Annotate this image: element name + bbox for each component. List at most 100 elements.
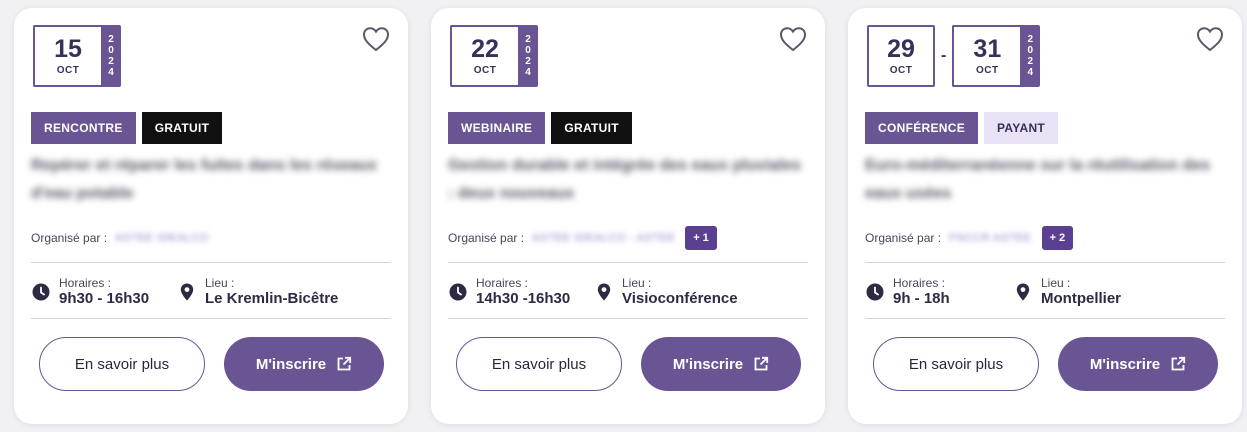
date-month: OCT — [889, 64, 913, 76]
place-label: Lieu : — [622, 276, 652, 290]
date-box: 22 OCT — [450, 25, 518, 87]
year-bar: 2 0 2 4 — [1020, 25, 1041, 87]
event-title[interactable]: Repérer et réparer les fuites dans les r… — [31, 152, 391, 208]
learn-more-button[interactable]: En savoir plus — [456, 337, 622, 391]
more-organizers-badge[interactable]: + 2 — [1041, 226, 1074, 250]
event-dates: 29 OCT - 31 OCT 2 0 2 4 — [867, 25, 1041, 87]
year-digit: 4 — [1027, 67, 1034, 78]
register-button[interactable]: M'inscrire — [224, 337, 384, 391]
date-month: OCT — [473, 64, 497, 76]
heart-icon — [362, 27, 390, 52]
date-box: 29 OCT — [867, 25, 935, 87]
organizers: Organisé par : FNCCR ASTEE + 2 — [865, 225, 1074, 251]
date-block: 22 OCT 2 0 2 4 — [450, 25, 538, 87]
year-digit: 2 — [1027, 56, 1034, 67]
clock-icon — [448, 282, 468, 302]
hours-label: Horaires : — [59, 276, 112, 290]
event-info: Horaires : 14h30 -16h30 Lieu : Visioconf… — [448, 270, 808, 314]
date-box: 15 OCT — [33, 25, 101, 87]
organizer-names[interactable]: ASTEE IDEALCO — [115, 232, 209, 244]
divider — [865, 318, 1225, 319]
year-digit: 2 — [1027, 34, 1034, 45]
map-pin-icon — [594, 282, 614, 302]
heart-icon — [1196, 27, 1224, 52]
category-tag: WEBINAIRE — [448, 112, 546, 144]
hours-value: 9h - 18h — [893, 290, 950, 307]
organizer-label: Organisé par : — [865, 231, 942, 245]
place-value: Montpellier — [1041, 290, 1122, 307]
price-tag: GRATUIT — [141, 112, 223, 144]
hours-label: Horaires : — [476, 276, 529, 290]
date-day: 15 — [54, 34, 82, 63]
date-month: OCT — [56, 64, 80, 76]
price-tag: PAYANT — [984, 112, 1059, 144]
organizers: Organisé par : ASTEE IDEALCO — [31, 225, 209, 251]
event-title[interactable]: Gestion durable et intégrée des eaux plu… — [448, 152, 808, 208]
register-label: M'inscrire — [672, 355, 744, 373]
date-box: 31 OCT — [952, 25, 1021, 87]
place-info: Lieu : Visioconférence — [594, 270, 738, 314]
place-value: Visioconférence — [622, 290, 738, 307]
map-pin-icon — [177, 282, 197, 302]
map-pin-icon — [1013, 282, 1033, 302]
register-button[interactable]: M'inscrire — [1058, 337, 1218, 391]
event-info: Horaires : 9h30 - 16h30 Lieu : Le Kremli… — [31, 270, 391, 314]
event-dates: 15 OCT 2 0 2 4 — [33, 25, 121, 87]
divider — [448, 262, 808, 263]
divider — [448, 318, 808, 319]
place-info: Lieu : Le Kremlin-Bicêtre — [177, 270, 338, 314]
year-digit: 2 — [108, 34, 114, 45]
external-link-icon — [1171, 356, 1186, 371]
organizers: Organisé par : ASTEE IDEALCO - ASTEE + 1 — [448, 225, 717, 251]
year-digit: 2 — [108, 56, 114, 67]
event-tags: WEBINAIRE GRATUIT — [448, 112, 632, 144]
favorite-button[interactable] — [1196, 26, 1224, 52]
year-digit: 4 — [108, 67, 114, 78]
organizer-names[interactable]: ASTEE IDEALCO - ASTEE — [532, 232, 675, 244]
date-separator: - — [941, 47, 947, 64]
event-cards-row: 15 OCT 2 0 2 4 RENCONTRE GRATUIT Repérer… — [0, 0, 1247, 432]
date-block: 31 OCT 2 0 2 4 — [952, 25, 1041, 87]
year-digit: 0 — [1027, 45, 1034, 56]
category-tag: RENCONTRE — [31, 112, 136, 144]
organizer-label: Organisé par : — [448, 231, 525, 245]
event-card: 29 OCT - 31 OCT 2 0 2 4 CONFÉRENCE PAYAN… — [848, 8, 1242, 424]
external-link-icon — [754, 356, 769, 371]
year-digit: 0 — [108, 45, 114, 56]
organizer-names[interactable]: FNCCR ASTEE — [949, 232, 1032, 244]
favorite-button[interactable] — [362, 26, 390, 52]
divider — [865, 262, 1225, 263]
more-organizers-badge[interactable]: + 1 — [685, 226, 717, 250]
year-digit: 4 — [525, 67, 531, 78]
learn-more-button[interactable]: En savoir plus — [873, 337, 1039, 391]
date-day: 22 — [471, 34, 499, 63]
date-block: 29 OCT — [867, 25, 935, 87]
category-tag: CONFÉRENCE — [865, 112, 979, 144]
divider — [31, 262, 391, 263]
learn-more-button[interactable]: En savoir plus — [39, 337, 205, 391]
event-dates: 22 OCT 2 0 2 4 — [450, 25, 538, 87]
hours-value: 9h30 - 16h30 — [59, 290, 150, 307]
favorite-button[interactable] — [779, 26, 807, 52]
hours-value: 14h30 -16h30 — [476, 290, 571, 307]
place-info: Lieu : Montpellier — [1013, 270, 1121, 314]
date-month: OCT — [976, 64, 999, 76]
place-value: Le Kremlin-Bicêtre — [205, 290, 339, 307]
register-button[interactable]: M'inscrire — [641, 337, 801, 391]
heart-icon — [779, 27, 807, 52]
event-title[interactable]: Euro-méditerranéenne sur la réutilisatio… — [865, 152, 1225, 208]
hours-info: Horaires : 9h - 18h — [865, 270, 950, 314]
divider — [31, 318, 391, 319]
place-label: Lieu : — [1041, 276, 1071, 290]
event-tags: CONFÉRENCE PAYANT — [865, 112, 1059, 144]
year-bar: 2 0 2 4 — [101, 25, 121, 87]
external-link-icon — [337, 356, 352, 371]
register-label: M'inscrire — [1089, 355, 1161, 373]
event-card: 22 OCT 2 0 2 4 WEBINAIRE GRATUIT Gestion… — [431, 8, 825, 424]
clock-icon — [865, 282, 885, 302]
year-digit: 2 — [525, 56, 531, 67]
event-info: Horaires : 9h - 18h Lieu : Montpellier — [865, 270, 1225, 314]
place-label: Lieu : — [205, 276, 235, 290]
hours-label: Horaires : — [893, 276, 946, 290]
hours-info: Horaires : 9h30 - 16h30 — [31, 270, 149, 314]
